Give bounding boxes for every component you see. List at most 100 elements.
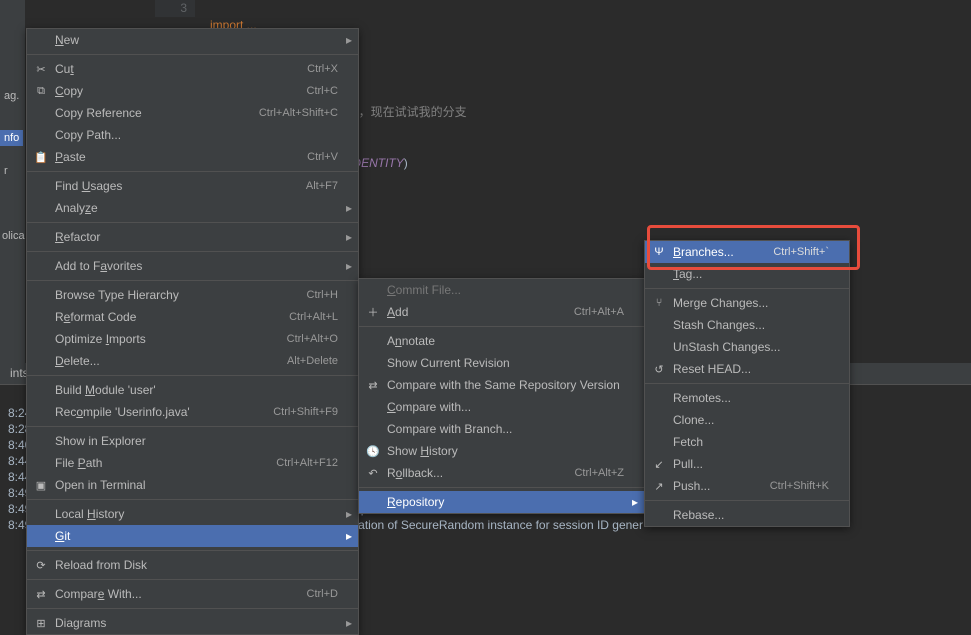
menu-cut[interactable]: ✂CutCtrl+X [27, 58, 358, 80]
menu-pull[interactable]: ↙Pull... [645, 453, 849, 475]
menu-show-in-explorer[interactable]: Show in Explorer [27, 430, 358, 452]
menu-merge-changes[interactable]: ⑂Merge Changes... [645, 292, 849, 314]
compare-icon: ⇄ [33, 588, 49, 601]
rollback-icon: ↶ [365, 467, 381, 480]
menu-separator [27, 608, 358, 609]
menu-separator [27, 499, 358, 500]
menu-recompile[interactable]: Recompile 'Userinfo.java'Ctrl+Shift+F9 [27, 401, 358, 423]
menu-separator [359, 326, 644, 327]
menu-copy-path[interactable]: Copy Path... [27, 124, 358, 146]
compare-icon: ⇄ [365, 379, 381, 392]
left-tab-selected[interactable]: nfo [0, 130, 23, 146]
menu-refactor[interactable]: Refactor▸ [27, 226, 358, 248]
left-tab[interactable]: ag. [4, 90, 19, 102]
menu-analyze[interactable]: Analyze▸ [27, 197, 358, 219]
menu-separator [27, 171, 358, 172]
shortcut: Ctrl+Alt+L [289, 311, 338, 323]
menu-separator [27, 579, 358, 580]
shortcut: Ctrl+Shift+F9 [273, 406, 338, 418]
menu-separator [359, 487, 644, 488]
menu-build-module[interactable]: Build Module 'user' [27, 379, 358, 401]
menu-unstash[interactable]: UnStash Changes... [645, 336, 849, 358]
menu-clone[interactable]: Clone... [645, 409, 849, 431]
menu-add-to-favorites[interactable]: Add to Favorites▸ [27, 255, 358, 277]
menu-show-current-revision[interactable]: Show Current Revision [359, 352, 644, 374]
menu-file-path[interactable]: File PathCtrl+Alt+F12 [27, 452, 358, 474]
push-icon: ↗ [651, 480, 667, 493]
submenu-arrow-icon: ▸ [346, 616, 352, 630]
menu-compare-with[interactable]: Compare with... [359, 396, 644, 418]
menu-separator [27, 375, 358, 376]
line-number: 3 [155, 0, 187, 17]
menu-compare-with[interactable]: ⇄Compare With...Ctrl+D [27, 583, 358, 605]
menu-rebase[interactable]: Rebase... [645, 504, 849, 526]
submenu-arrow-icon: ▸ [346, 507, 352, 521]
menu-find-usages[interactable]: Find UsagesAlt+F7 [27, 175, 358, 197]
menu-browse-hierarchy[interactable]: Browse Type HierarchyCtrl+H [27, 284, 358, 306]
menu-push[interactable]: ↗Push...Ctrl+Shift+K [645, 475, 849, 497]
menu-stash[interactable]: Stash Changes... [645, 314, 849, 336]
menu-local-history[interactable]: Local History▸ [27, 503, 358, 525]
menu-remotes[interactable]: Remotes... [645, 387, 849, 409]
menu-separator [645, 383, 849, 384]
shortcut: Ctrl+V [307, 151, 338, 163]
reload-icon: ⟳ [33, 559, 49, 572]
menu-repository[interactable]: Repository▸ [359, 491, 644, 513]
repository-submenu: ΨBranches...Ctrl+Shift+` Tag... ⑂Merge C… [644, 240, 850, 527]
shortcut: Ctrl+X [307, 63, 338, 75]
menu-compare-with-branch[interactable]: Compare with Branch... [359, 418, 644, 440]
menu-git-add[interactable]: ＋AddCtrl+Alt+A [359, 301, 644, 323]
paste-icon: 📋 [33, 151, 49, 164]
menu-branches[interactable]: ΨBranches...Ctrl+Shift+` [645, 241, 849, 263]
shortcut: Ctrl+Shift+` [773, 246, 829, 258]
menu-separator [27, 54, 358, 55]
left-tab[interactable]: olica [2, 230, 25, 242]
diagram-icon: ⊞ [33, 617, 49, 630]
menu-copy[interactable]: ⧉CopyCtrl+C [27, 80, 358, 102]
menu-tag[interactable]: Tag... [645, 263, 849, 285]
copy-icon: ⧉ [33, 85, 49, 98]
menu-show-history[interactable]: 🕓Show History [359, 440, 644, 462]
menu-separator [27, 222, 358, 223]
shortcut: Ctrl+Alt+O [287, 333, 338, 345]
menu-paste[interactable]: 📋PasteCtrl+V [27, 146, 358, 168]
cut-icon: ✂ [33, 63, 49, 76]
menu-diagrams[interactable]: ⊞Diagrams▸ [27, 612, 358, 634]
history-icon: 🕓 [365, 445, 381, 458]
pull-icon: ↙ [651, 458, 667, 471]
menu-compare-same-repo[interactable]: ⇄Compare with the Same Repository Versio… [359, 374, 644, 396]
add-icon: ＋ [365, 304, 381, 320]
shortcut: Ctrl+Shift+K [770, 480, 829, 492]
terminal-icon: ▣ [33, 479, 49, 492]
menu-optimize-imports[interactable]: Optimize ImportsCtrl+Alt+O [27, 328, 358, 350]
shortcut: Alt+F7 [306, 180, 338, 192]
shortcut: Ctrl+C [307, 85, 338, 97]
left-tab[interactable]: r [4, 165, 8, 177]
menu-delete[interactable]: Delete...Alt+Delete [27, 350, 358, 372]
menu-git[interactable]: Git▸ [27, 525, 358, 547]
menu-separator [27, 251, 358, 252]
shortcut: Ctrl+Alt+F12 [276, 457, 338, 469]
shortcut: Alt+Delete [287, 355, 338, 367]
submenu-arrow-icon: ▸ [632, 495, 638, 509]
submenu-arrow-icon: ▸ [346, 201, 352, 215]
menu-copy-reference[interactable]: Copy ReferenceCtrl+Alt+Shift+C [27, 102, 358, 124]
menu-reformat[interactable]: Reformat CodeCtrl+Alt+L [27, 306, 358, 328]
menu-reload-from-disk[interactable]: ⟳Reload from Disk [27, 554, 358, 576]
context-menu-main: New▸ ✂CutCtrl+X ⧉CopyCtrl+C Copy Referen… [26, 28, 359, 635]
line-gutter: 3 [155, 0, 195, 17]
menu-annotate[interactable]: Annotate [359, 330, 644, 352]
reset-icon: ↺ [651, 363, 667, 376]
menu-rollback[interactable]: ↶Rollback...Ctrl+Alt+Z [359, 462, 644, 484]
menu-separator [27, 426, 358, 427]
submenu-arrow-icon: ▸ [346, 33, 352, 47]
menu-separator [27, 280, 358, 281]
menu-open-terminal[interactable]: ▣Open in Terminal [27, 474, 358, 496]
menu-commit-file[interactable]: Commit File... [359, 279, 644, 301]
menu-reset-head[interactable]: ↺Reset HEAD... [645, 358, 849, 380]
menu-fetch[interactable]: Fetch [645, 431, 849, 453]
shortcut: Ctrl+Alt+Z [574, 467, 624, 479]
menu-separator [27, 550, 358, 551]
menu-new[interactable]: New▸ [27, 29, 358, 51]
submenu-arrow-icon: ▸ [346, 529, 352, 543]
